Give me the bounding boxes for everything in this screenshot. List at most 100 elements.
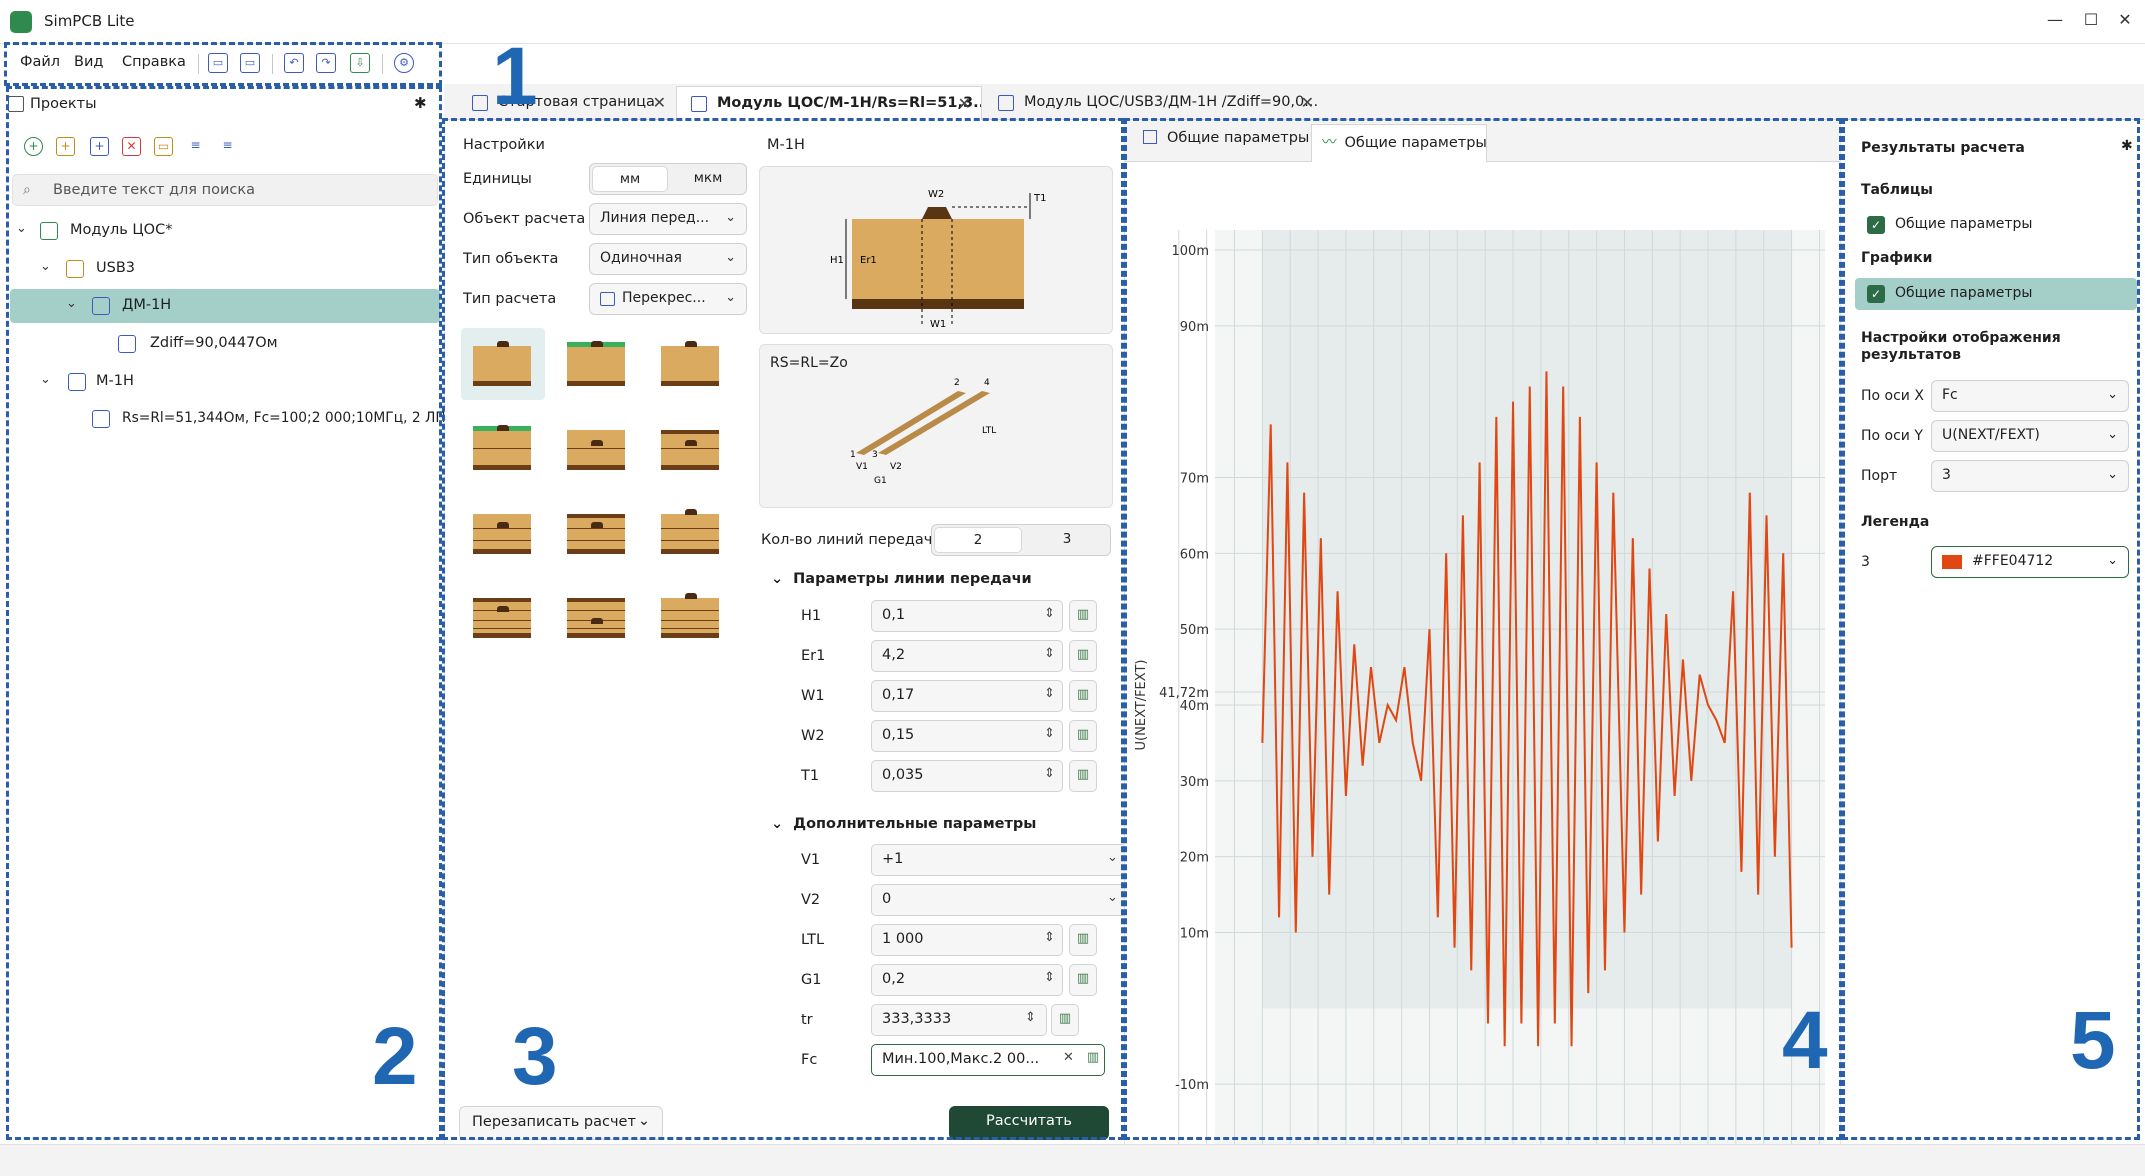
tree-item-dm1n[interactable]: ⌄ ДМ-1Н xyxy=(10,289,440,323)
param-input[interactable]: 0,17 xyxy=(871,680,1063,712)
gear-icon[interactable]: ⚙ xyxy=(394,53,414,73)
expand-all-icon[interactable]: ≡ xyxy=(186,137,205,156)
tab-usb3[interactable]: Модуль ЦОС/USB3/ДМ-1Н /Zdiff=90,0... ✕ xyxy=(984,86,1324,120)
chevron-down-icon[interactable]: ⌄ xyxy=(66,296,77,311)
add-icon[interactable]: + xyxy=(24,137,43,156)
lines-count-3[interactable]: 3 xyxy=(1024,527,1110,553)
tables-checkbox[interactable]: ✓ xyxy=(1867,216,1885,234)
add-folder-icon[interactable]: + xyxy=(56,137,75,156)
menu-view[interactable]: Вид xyxy=(74,54,103,70)
spinner-icon[interactable]: ⇕ xyxy=(1044,970,1055,985)
calculate-button[interactable]: Рассчитать xyxy=(949,1106,1109,1140)
param-input[interactable]: 0,035 xyxy=(871,760,1063,792)
tree-item-module[interactable]: ⌄ Модуль ЦОС* xyxy=(10,214,440,248)
stackup-thumb[interactable] xyxy=(461,328,545,400)
param-select[interactable]: +1 xyxy=(871,844,1127,876)
add-file-icon[interactable]: + xyxy=(90,137,109,156)
stackup-thumb[interactable] xyxy=(555,412,639,484)
param-input[interactable]: 0,2 xyxy=(871,964,1063,996)
delete-icon[interactable]: ✕ xyxy=(122,137,141,156)
stackup-thumb[interactable] xyxy=(555,496,639,568)
param-input[interactable]: 0,1 xyxy=(871,600,1063,632)
units-toggle[interactable]: мм мкм xyxy=(589,163,747,195)
stackup-thumb[interactable] xyxy=(649,580,733,652)
open-folder-icon[interactable]: ▭ xyxy=(154,137,173,156)
legend-color-select[interactable]: #FFE04712 ⌄ xyxy=(1931,546,2129,578)
overwrite-select[interactable]: Перезаписать расчет ⌄ xyxy=(459,1106,663,1140)
redo-icon[interactable]: ↷ xyxy=(316,53,336,73)
param-input[interactable]: 0,15 xyxy=(871,720,1063,752)
stackup-thumb[interactable] xyxy=(555,328,639,400)
type-select[interactable]: Одиночная ⌄ xyxy=(589,243,747,275)
tree-item-rs[interactable]: Rs=Rl=51,344Ом, Fc=100;2 000;10МГц, 2 ЛП xyxy=(10,402,446,436)
close-window-button[interactable]: ✕ xyxy=(2112,10,2138,34)
pin-icon[interactable]: ✱ xyxy=(414,94,427,112)
param-input[interactable]: 1 000 xyxy=(871,924,1063,956)
y-axis-select[interactable]: U(NEXT/FEXT) ⌄ xyxy=(1931,420,2129,452)
collapse-all-icon[interactable]: ≡ xyxy=(218,137,237,156)
stackup-thumb[interactable] xyxy=(461,580,545,652)
tree-item-m1n[interactable]: ⌄ М-1Н xyxy=(10,365,440,399)
object-select[interactable]: Линия перед... ⌄ xyxy=(589,203,747,235)
chevron-down-icon[interactable]: ⌄ xyxy=(40,372,51,387)
stackup-thumb[interactable] xyxy=(649,328,733,400)
param-input[interactable]: 4,2 xyxy=(871,640,1063,672)
save-all-icon[interactable]: ▭ xyxy=(240,53,260,73)
units-mm[interactable]: мм xyxy=(592,166,668,192)
chevron-down-icon[interactable]: ⌄ xyxy=(1107,890,1118,905)
chart-icon[interactable]: ▥ xyxy=(1069,640,1097,672)
chevron-down-icon[interactable]: ⌄ xyxy=(16,221,27,236)
tree-item-zdiff[interactable]: Zdiff=90,0447Ом xyxy=(10,327,440,361)
tab-graph[interactable]: 〰 Общие параметры xyxy=(1311,124,1487,162)
menu-help[interactable]: Справка xyxy=(122,54,186,70)
param-input[interactable]: 333,3333 xyxy=(871,1004,1047,1036)
x-axis-select[interactable]: Fc ⌄ xyxy=(1931,380,2129,412)
close-tab-icon[interactable]: ✕ xyxy=(1301,93,1314,112)
chart-icon[interactable]: ▥ xyxy=(1079,1044,1107,1076)
chart-icon[interactable]: ▥ xyxy=(1069,760,1097,792)
search-input[interactable]: Введите текст для поиска xyxy=(53,182,255,198)
tab-m1n[interactable]: Модуль ЦОС/М-1Н/Rs=Rl=51,3... ✕ xyxy=(676,86,982,120)
spinner-icon[interactable]: ⇕ xyxy=(1044,686,1055,701)
chart-icon[interactable]: ▥ xyxy=(1069,720,1097,752)
extra-params-header[interactable]: ⌄ Дополнительные параметры xyxy=(771,816,1036,832)
stackup-thumb[interactable] xyxy=(555,580,639,652)
chart-icon[interactable]: ▥ xyxy=(1069,680,1097,712)
close-tab-icon[interactable]: ✕ xyxy=(958,94,971,113)
chart-icon[interactable]: ▥ xyxy=(1069,600,1097,632)
chart-icon[interactable]: ▥ xyxy=(1069,924,1097,956)
stackup-thumb[interactable] xyxy=(649,496,733,568)
chart-icon[interactable]: ▥ xyxy=(1051,1004,1079,1036)
lines-count-2[interactable]: 2 xyxy=(934,527,1022,553)
stackup-thumb[interactable] xyxy=(461,496,545,568)
spinner-icon[interactable]: ⇕ xyxy=(1044,766,1055,781)
calc-type-select[interactable]: Перекрес... ⌄ xyxy=(589,283,747,315)
param-select[interactable]: 0 xyxy=(871,884,1127,916)
stackup-thumb[interactable] xyxy=(649,412,733,484)
spinner-icon[interactable]: ⇕ xyxy=(1044,606,1055,621)
spinner-icon[interactable]: ⇕ xyxy=(1025,1010,1036,1025)
clear-icon[interactable]: ✕ xyxy=(1063,1050,1074,1065)
spinner-icon[interactable]: ⇕ xyxy=(1044,646,1055,661)
search-box[interactable]: ⌕ Введите текст для поиска xyxy=(12,174,438,206)
lines-count-toggle[interactable]: 2 3 xyxy=(931,524,1111,556)
units-um[interactable]: мкм xyxy=(670,166,746,192)
save-icon[interactable]: ▭ xyxy=(208,53,228,73)
tab-start-page[interactable]: Стартовая страница ✕ xyxy=(458,86,676,120)
tab-table[interactable]: Общие параметры xyxy=(1143,130,1309,146)
close-tab-icon[interactable]: ✕ xyxy=(653,93,666,112)
pin-icon[interactable]: ✱ xyxy=(2121,138,2133,154)
port-select[interactable]: 3 ⌄ xyxy=(1931,460,2129,492)
stackup-thumb[interactable] xyxy=(461,412,545,484)
minimize-button[interactable]: — xyxy=(2042,10,2068,34)
chart-icon[interactable]: ▥ xyxy=(1069,964,1097,996)
graphs-checkbox[interactable]: ✓ xyxy=(1867,285,1885,303)
menu-file[interactable]: Файл xyxy=(20,54,60,70)
tree-item-usb3[interactable]: ⌄ USB3 xyxy=(10,252,440,286)
maximize-button[interactable]: ☐ xyxy=(2078,10,2104,34)
chevron-down-icon[interactable]: ⌄ xyxy=(1107,850,1118,865)
spinner-icon[interactable]: ⇕ xyxy=(1044,726,1055,741)
undo-icon[interactable]: ↶ xyxy=(284,53,304,73)
line-params-header[interactable]: ⌄ Параметры линии передачи xyxy=(771,571,1032,587)
chevron-down-icon[interactable]: ⌄ xyxy=(40,259,51,274)
